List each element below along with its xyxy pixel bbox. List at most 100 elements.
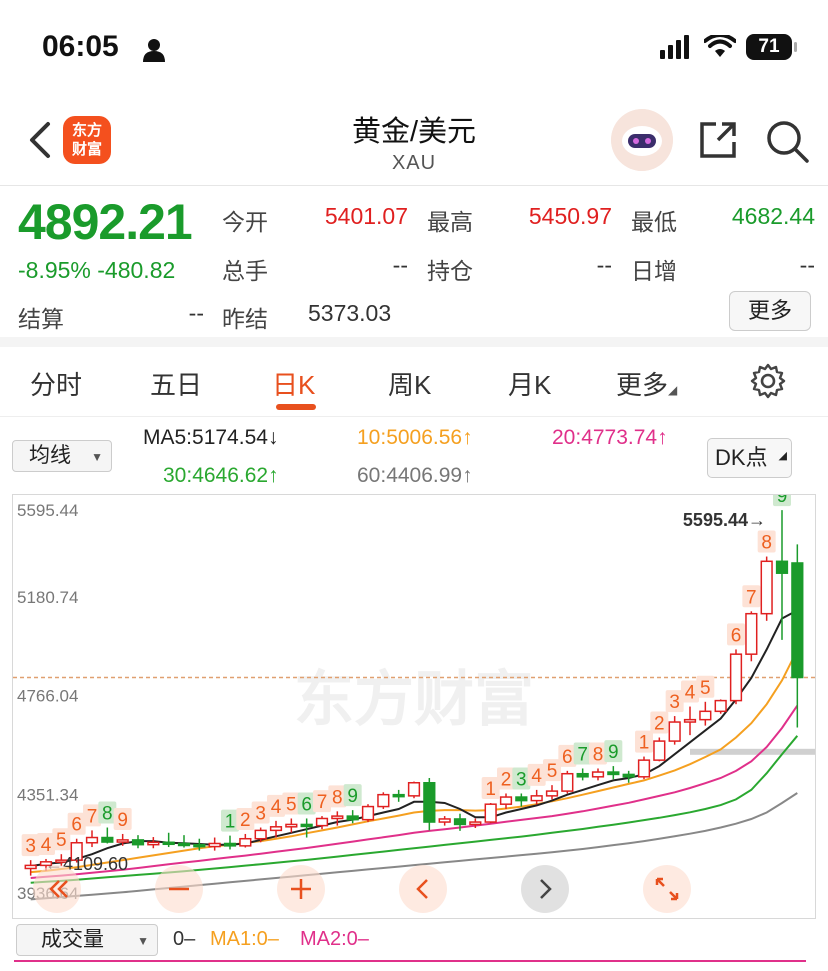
- candle-body: [791, 562, 804, 679]
- volume-value: --: [392, 252, 408, 278]
- tab-more[interactable]: 更多◢: [616, 365, 677, 402]
- ma20-text: 20:4773.74: [552, 426, 658, 449]
- td-count-label: 4: [685, 683, 696, 704]
- dk-point-button[interactable]: DK点 ◢: [707, 438, 792, 478]
- candle-body: [530, 795, 543, 802]
- candle-body: [407, 782, 421, 797]
- open-label: 今开: [222, 209, 268, 235]
- candle-body: [177, 842, 191, 847]
- candle-body: [392, 793, 405, 798]
- search-icon[interactable]: [764, 118, 810, 164]
- caret-down-icon: ▼: [137, 934, 149, 948]
- gear-icon[interactable]: [750, 363, 786, 399]
- ma10-value: 10:5006.56↑: [357, 426, 473, 449]
- kline-svg[interactable]: 东方财富5595.445180.744766.044351.343936.643…: [13, 495, 815, 918]
- max-price-marker: 5595.44→: [683, 510, 766, 530]
- tab-monthly-k[interactable]: 月K: [508, 365, 551, 402]
- td-count-label: 3: [516, 769, 527, 790]
- candle-body: [147, 841, 160, 846]
- candle-body: [699, 710, 712, 721]
- y-tick-label: 5180.74: [17, 588, 78, 607]
- caret-down-icon: ▼: [91, 450, 103, 464]
- tab-five-day[interactable]: 五日: [150, 365, 202, 402]
- td-count-label: 9: [347, 786, 358, 807]
- td-count-label: 6: [731, 625, 742, 646]
- td-count-label: 4: [271, 797, 282, 818]
- y-tick-label: 4766.04: [17, 687, 78, 706]
- td-count-label: 1: [485, 779, 496, 800]
- ma5-value: MA5:5174.54↓: [143, 426, 279, 449]
- active-tab-indicator: [276, 404, 316, 410]
- kline-chart[interactable]: 东方财富5595.445180.744766.044351.343936.643…: [12, 494, 816, 919]
- candle-body: [239, 837, 252, 847]
- candle-body: [162, 841, 175, 846]
- battery-icon: 71: [746, 34, 797, 60]
- high-value: 5450.97: [528, 203, 612, 229]
- candle-body: [668, 721, 681, 742]
- candle-body: [269, 826, 283, 832]
- change-amount: -480.82: [97, 257, 176, 283]
- volume-ma2: MA2:0–: [300, 928, 369, 950]
- candle-body: [576, 772, 589, 778]
- candle-body: [545, 790, 559, 797]
- tab-weekly-k[interactable]: 周K: [388, 365, 431, 402]
- candle-body: [315, 817, 329, 827]
- candle-body: [331, 815, 344, 820]
- position-value: --: [596, 252, 612, 278]
- candle-body: [775, 560, 789, 574]
- td-count-label: 6: [71, 815, 82, 836]
- volume-baseline: [14, 960, 806, 962]
- td-count-label: 9: [777, 495, 788, 507]
- ma10-text: 10:5006.56: [357, 426, 463, 449]
- indicator-select-label: 成交量: [41, 928, 104, 951]
- td-count-label: 9: [117, 810, 128, 831]
- candle-body: [729, 653, 743, 702]
- candle-body: [24, 864, 37, 870]
- ai-assistant-icon[interactable]: [611, 109, 673, 171]
- y-tick-label: 5595.44: [17, 501, 78, 520]
- ma30-line: [30, 735, 799, 884]
- ma-select[interactable]: 均线 ▼: [12, 440, 112, 472]
- candle-body: [193, 843, 206, 848]
- y-tick-label: 4351.34: [17, 785, 78, 804]
- td-count-label: 2: [501, 769, 512, 790]
- indicator-select[interactable]: 成交量 ▼: [16, 924, 158, 956]
- ma5-line: [30, 609, 798, 868]
- ma-legend: 均线 ▼ MA5:5174.54↓ 10:5006.56↑ 20:4773.74↑…: [0, 418, 828, 494]
- daily-inc-value: --: [799, 252, 815, 278]
- settle-label: 结算: [18, 306, 64, 332]
- ma30-value: 30:4646.62↑: [163, 464, 279, 487]
- td-count-label: 7: [317, 792, 328, 813]
- share-icon[interactable]: [696, 118, 740, 162]
- ma20-value: 20:4773.74↑: [552, 426, 668, 449]
- nav-bar: 东方 财富 黄金/美元 XAU: [0, 100, 828, 186]
- candle-body: [85, 836, 99, 844]
- caret-icon: ◢: [778, 450, 787, 462]
- more-button[interactable]: 更多: [729, 291, 811, 331]
- candle-body: [423, 782, 436, 823]
- candle-body: [653, 740, 666, 761]
- price-change: -8.95% -480.82: [18, 257, 175, 284]
- caret-down-icon: ◢: [668, 383, 678, 397]
- candle-body: [208, 842, 221, 848]
- watermark: 东方财富: [294, 666, 534, 733]
- ma-select-label: 均线: [29, 444, 71, 467]
- td-count-label: 8: [761, 533, 772, 554]
- td-count-label: 7: [577, 744, 588, 765]
- chart-control-left: [399, 865, 447, 913]
- tab-daily-k[interactable]: 日K: [272, 365, 315, 402]
- td-count-label: 8: [332, 787, 343, 808]
- ma60-value: 60:4406.99↑: [357, 464, 473, 487]
- volume-label: 总手: [222, 258, 268, 284]
- signal-icon: [660, 35, 689, 59]
- candle-body: [499, 796, 513, 805]
- candle-body: [223, 842, 237, 847]
- td-count-label: 4: [41, 835, 52, 856]
- ma60-text: 60:4406.99: [357, 464, 463, 487]
- td-count-label: 5: [286, 794, 297, 815]
- low-value: 4682.44: [731, 203, 815, 229]
- tab-intraday[interactable]: 分时: [30, 365, 82, 402]
- position-label: 持仓: [427, 258, 473, 284]
- td-count-label: 4: [531, 766, 542, 787]
- candle-body: [361, 805, 375, 821]
